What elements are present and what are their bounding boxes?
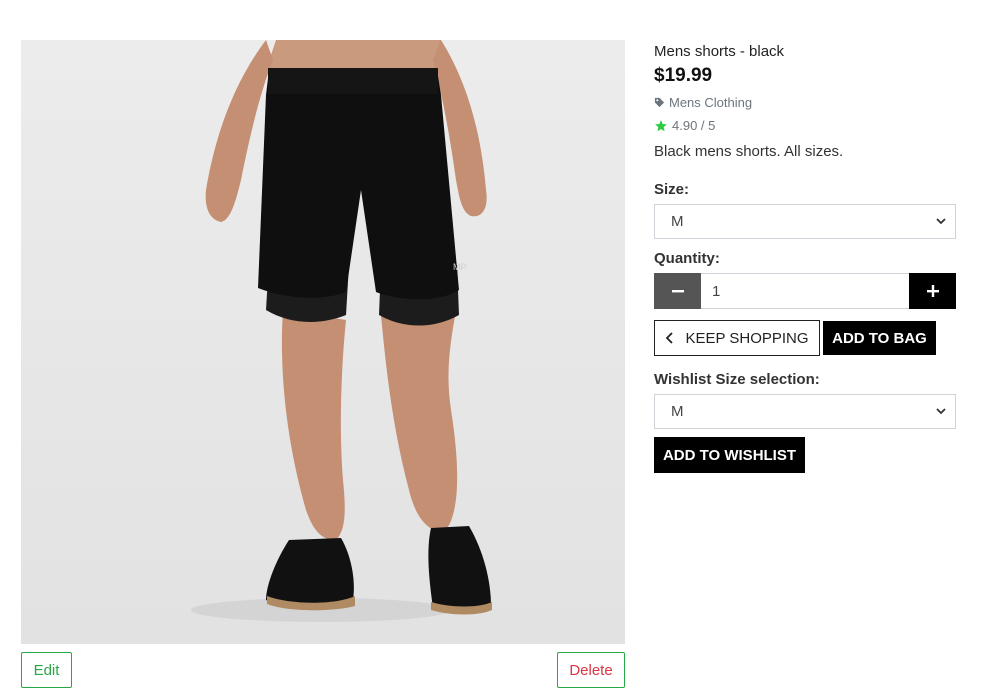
size-select[interactable]: M	[654, 204, 956, 239]
star-icon	[655, 119, 667, 131]
product-image: MP	[21, 40, 625, 644]
quantity-label: Quantity:	[654, 250, 720, 267]
minus-icon	[671, 290, 684, 293]
delete-button[interactable]: Delete	[557, 652, 625, 688]
wishlist-size-label: Wishlist Size selection:	[654, 371, 820, 388]
chevron-left-icon	[666, 332, 674, 344]
tag-icon	[654, 97, 665, 108]
decrement-button[interactable]	[654, 273, 701, 309]
chevron-down-icon	[936, 408, 946, 415]
wishlist-size-select[interactable]: M	[654, 394, 956, 429]
product-description: Black mens shorts. All sizes.	[654, 143, 844, 160]
edit-button[interactable]: Edit	[21, 652, 72, 688]
keep-shopping-button[interactable]: KEEP SHOPPING	[654, 320, 820, 356]
product-name: Mens shorts - black	[654, 43, 785, 60]
brand-logo: MP	[453, 262, 467, 272]
quantity-stepper: 1	[654, 273, 956, 309]
product-price: $19.99	[654, 65, 713, 86]
category-link[interactable]: Mens Clothing	[654, 95, 752, 110]
increment-button[interactable]	[909, 273, 956, 309]
category-label: Mens Clothing	[669, 95, 753, 110]
add-to-wishlist-button[interactable]: ADD TO WISHLIST	[654, 437, 805, 473]
chevron-down-icon	[936, 218, 946, 225]
shorts-photo-illustration: MP	[191, 40, 492, 622]
quantity-input[interactable]: 1	[701, 273, 909, 309]
wishlist-size-selected-value: M	[671, 403, 684, 420]
plus-icon	[926, 285, 939, 297]
size-label: Size:	[654, 181, 690, 198]
product-rating: 4.90 / 5	[654, 118, 715, 133]
add-to-bag-button[interactable]: ADD TO BAG	[823, 321, 936, 355]
rating-value: 4.90 / 5	[672, 118, 716, 133]
keep-shopping-label: KEEP SHOPPING	[685, 329, 809, 347]
size-selected-value: M	[671, 213, 684, 230]
